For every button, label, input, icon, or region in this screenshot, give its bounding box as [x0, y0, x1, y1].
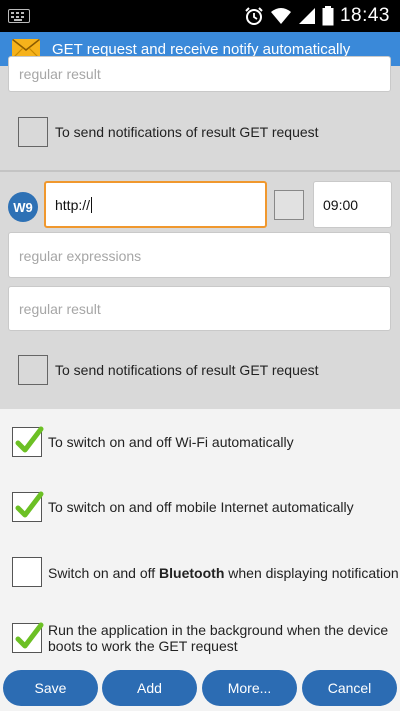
regular-expressions-placeholder: regular expressions	[19, 248, 142, 264]
bluetooth-label: Switch on and off Bluetooth when display…	[48, 565, 399, 582]
battery-icon	[322, 6, 334, 26]
url-input[interactable]: http://	[44, 181, 267, 228]
run-background-label-line1: Run the application in the background wh…	[48, 622, 389, 638]
notify-checkbox-prev[interactable]	[18, 117, 48, 147]
bluetooth-checkbox[interactable]	[12, 557, 42, 587]
notify-checkbox[interactable]	[18, 355, 48, 385]
save-button[interactable]: Save	[3, 670, 98, 706]
bluetooth-label-suffix: when displaying notification	[224, 565, 399, 581]
wifi-auto-label: To switch on and off Wi-Fi automatically	[48, 434, 294, 450]
clock-time: 18:43	[339, 5, 390, 26]
checkmark-icon	[15, 426, 44, 453]
alarm-icon	[245, 7, 263, 25]
run-background-label-line2: boots to work the GET request	[48, 638, 238, 654]
add-button[interactable]: Add	[102, 670, 197, 706]
request-list: regular result To send notifications of …	[0, 56, 400, 409]
entry-divider	[0, 170, 400, 172]
signal-icon	[298, 8, 315, 24]
wifi-icon	[270, 8, 291, 24]
time-input-value: 09:00	[323, 197, 359, 213]
url-input-value: http://	[55, 197, 91, 213]
regular-result-placeholder: regular result	[19, 66, 101, 82]
button-bar: Save Add More... Cancel	[0, 667, 400, 711]
bluetooth-label-prefix: Switch on and off	[48, 565, 160, 581]
status-bar: 18:43	[0, 0, 400, 32]
regular-result-placeholder: regular result	[19, 301, 101, 317]
regular-result-field-prev[interactable]: regular result	[8, 56, 391, 92]
text-cursor	[91, 197, 93, 213]
keyboard-icon	[8, 9, 30, 23]
mobile-internet-auto-checkbox[interactable]	[12, 491, 44, 522]
cancel-button[interactable]: Cancel	[302, 670, 397, 706]
wifi-auto-checkbox[interactable]	[12, 426, 44, 457]
regular-result-field[interactable]: regular result	[8, 286, 391, 331]
checkmark-icon	[15, 622, 44, 649]
notify-label-prev: To send notifications of result GET requ…	[55, 124, 319, 140]
time-input[interactable]: 09:00	[313, 181, 392, 228]
more-button[interactable]: More...	[202, 670, 297, 706]
bluetooth-label-bold: Bluetooth	[159, 565, 225, 581]
run-background-checkbox[interactable]	[12, 622, 44, 653]
mobile-internet-auto-label: To switch on and off mobile Internet aut…	[48, 499, 354, 515]
entry-badge: W9	[8, 192, 38, 222]
enable-checkbox[interactable]	[274, 190, 304, 220]
notify-label: To send notifications of result GET requ…	[55, 362, 319, 378]
regular-expressions-field[interactable]: regular expressions	[8, 232, 391, 278]
checkmark-icon	[15, 491, 44, 518]
